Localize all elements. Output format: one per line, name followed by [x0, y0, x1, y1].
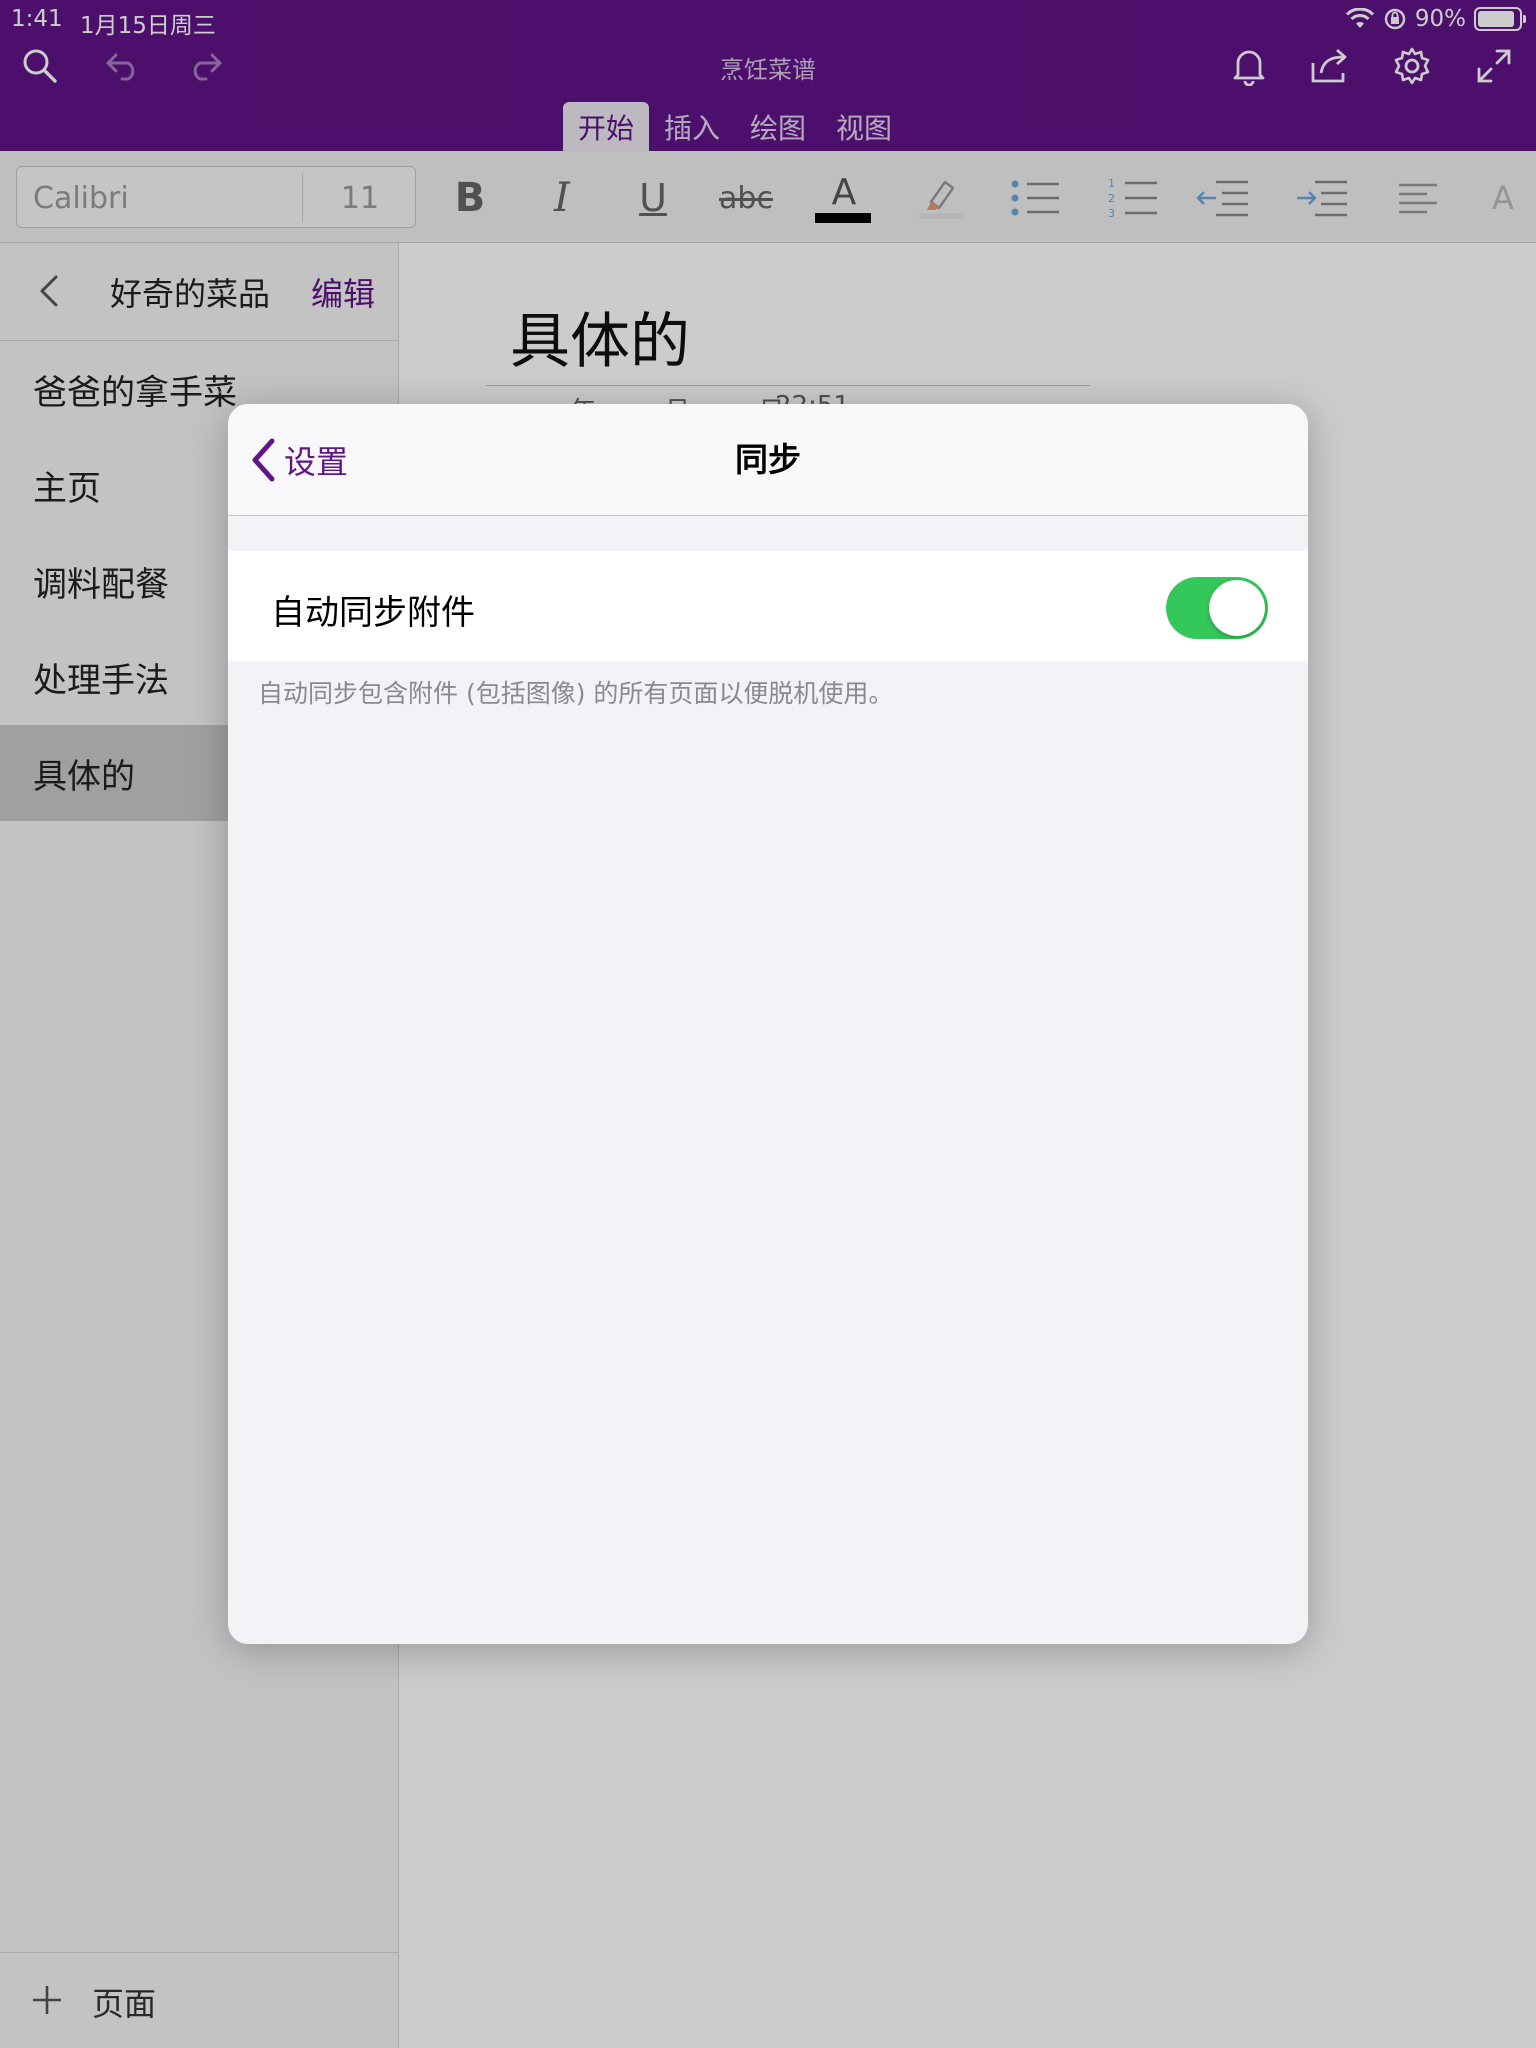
toggle-knob — [1209, 580, 1265, 636]
auto-sync-attachments-toggle[interactable] — [1166, 577, 1268, 639]
sheet-title: 同步 — [735, 440, 801, 479]
auto-sync-description: 自动同步包含附件 (包括图像) 的所有页面以便脱机使用。 — [258, 679, 894, 708]
sheet-nav-bar: 同步 设置 — [228, 404, 1308, 516]
back-label: 设置 — [284, 443, 349, 481]
auto-sync-attachments-row: 自动同步附件 — [228, 551, 1308, 661]
settings-back-button[interactable]: 设置 — [250, 432, 348, 488]
sync-settings-sheet: 同步 设置 自动同步附件 自动同步包含附件 (包括图像) 的所有页面以便脱机使用… — [228, 404, 1308, 1644]
chevron-left-icon — [252, 438, 275, 482]
auto-sync-attachments-label: 自动同步附件 — [271, 593, 475, 633]
